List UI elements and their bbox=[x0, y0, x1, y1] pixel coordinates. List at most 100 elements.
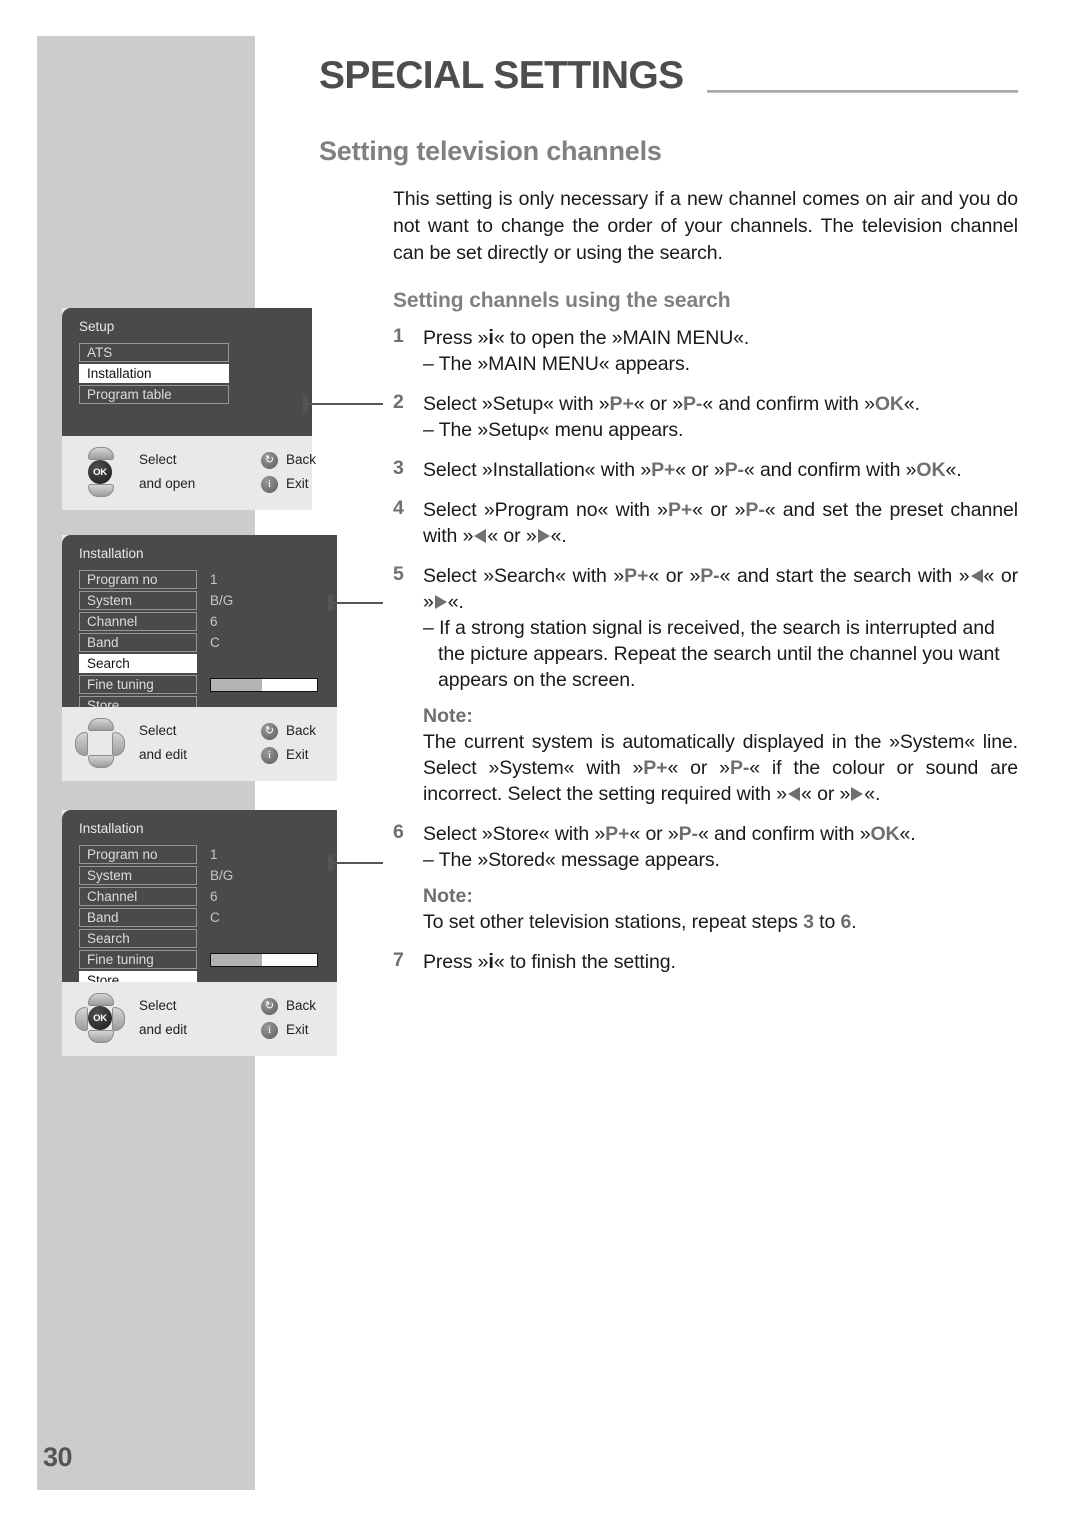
osd-row[interactable]: Program no 1 bbox=[79, 845, 337, 864]
osd-row-list: ATS Installation Program table bbox=[62, 343, 312, 419]
footer-back-row: ↻ Back bbox=[261, 719, 316, 743]
osd-footer-col-left: Select and open bbox=[139, 448, 261, 496]
osd-footer-columns: Select and open ↻ Back i Exit bbox=[139, 448, 316, 496]
arrow-right-icon[interactable] bbox=[112, 732, 125, 756]
osd-footer-columns: Select and edit ↻ Back i Exit bbox=[139, 994, 337, 1042]
arrow-up-icon[interactable] bbox=[88, 447, 114, 460]
step-body: Select »Store« with »P+« or »P-« and con… bbox=[423, 821, 1018, 873]
ok-button-icon[interactable]: OK bbox=[88, 460, 112, 484]
osd-row-list: Program no 1 System B/G Channel 6 Band C… bbox=[62, 570, 337, 730]
connector-cap-step2 bbox=[303, 396, 308, 412]
osd-value-system: B/G bbox=[210, 593, 234, 608]
osd-row[interactable]: Band C bbox=[79, 908, 337, 927]
info-icon[interactable]: i bbox=[261, 1021, 278, 1039]
step-2: 2 Select »Setup« with »P+« or »P-« and c… bbox=[393, 391, 1018, 443]
arrow-down-icon[interactable] bbox=[88, 484, 114, 497]
nav-pad-fourway[interactable] bbox=[75, 718, 125, 768]
osd-value-program-no: 1 bbox=[210, 572, 218, 587]
osd-row[interactable]: Program table bbox=[79, 385, 312, 404]
step-subline: – The »MAIN MENU« appears. bbox=[423, 353, 690, 375]
osd-item-band[interactable]: Band bbox=[79, 633, 197, 652]
step-body: Select »Setup« with »P+« or »P-« and con… bbox=[423, 391, 1018, 443]
step-6: 6 Select »Store« with »P+« or »P-« and c… bbox=[393, 821, 1018, 873]
footer-action-label: and edit bbox=[139, 747, 188, 762]
connector-cap-step5 bbox=[328, 595, 333, 611]
connector-line-step2 bbox=[305, 403, 383, 405]
nav-pad-updown-ok[interactable]: OK bbox=[75, 447, 125, 497]
connector-line-step6 bbox=[330, 862, 383, 864]
osd-item-program-no[interactable]: Program no bbox=[79, 570, 197, 589]
osd-row[interactable]: Fine tuning bbox=[79, 950, 337, 969]
fine-tuning-progress-bar[interactable] bbox=[210, 952, 318, 967]
nav-pad-fourway-ok[interactable]: OK bbox=[75, 993, 125, 1043]
fine-tuning-progress-bar[interactable] bbox=[210, 677, 318, 692]
footer-exit-row: i Exit bbox=[261, 743, 316, 767]
osd-item-system[interactable]: System bbox=[79, 866, 197, 885]
step-text: Press »i« to finish the setting. bbox=[423, 951, 676, 973]
osd-item-channel[interactable]: Channel bbox=[79, 612, 197, 631]
info-icon[interactable]: i bbox=[261, 746, 278, 764]
page-number: 30 bbox=[43, 1442, 73, 1472]
arrow-left-icon[interactable] bbox=[75, 732, 88, 756]
ok-button-icon[interactable]: OK bbox=[88, 1006, 112, 1030]
step-text: Select »Installation« with »P+« or »P-« … bbox=[423, 459, 962, 481]
osd-item-search[interactable]: Search bbox=[79, 929, 197, 948]
note-label: Note: bbox=[423, 885, 473, 907]
back-icon[interactable]: ↻ bbox=[261, 451, 278, 469]
step-number: 2 bbox=[393, 391, 404, 413]
step-5: 5 Select »Search« with »P+« or »P-« and … bbox=[393, 563, 1018, 693]
osd-item-installation[interactable]: Installation bbox=[79, 364, 229, 383]
osd-item-search[interactable]: Search bbox=[79, 654, 197, 673]
section-title: Setting television channels bbox=[319, 136, 662, 166]
fine-tuning-progress-fill bbox=[211, 678, 262, 691]
osd-item-fine-tuning[interactable]: Fine tuning bbox=[79, 950, 197, 969]
note-text: The current system is automatically disp… bbox=[423, 731, 1018, 805]
step-number: 6 bbox=[393, 821, 404, 843]
osd-row[interactable]: ATS bbox=[79, 343, 312, 362]
osd-row[interactable]: Search bbox=[79, 654, 337, 673]
back-icon[interactable]: ↻ bbox=[261, 997, 278, 1015]
osd-row[interactable]: Search bbox=[79, 929, 337, 948]
osd-item-program-table[interactable]: Program table bbox=[79, 385, 229, 404]
footer-back-label: Back bbox=[286, 452, 317, 467]
osd-item-band[interactable]: Band bbox=[79, 908, 197, 927]
osd-row[interactable]: Channel 6 bbox=[79, 612, 337, 631]
arrow-left-icon[interactable] bbox=[75, 1007, 88, 1031]
footer-exit-row: i Exit bbox=[261, 1018, 316, 1042]
step-7: 7 Press »i« to finish the setting. bbox=[393, 949, 1018, 975]
note-block-2: Note: To set other television stations, … bbox=[423, 885, 1018, 935]
osd-footer-col-left: Select and edit bbox=[139, 994, 261, 1042]
info-icon[interactable]: i bbox=[261, 475, 278, 493]
osd-row[interactable]: System B/G bbox=[79, 866, 337, 885]
osd-item-program-no[interactable]: Program no bbox=[79, 845, 197, 864]
step-text: Select »Search« with »P+« or »P-« and st… bbox=[423, 565, 1019, 613]
osd-title: Setup bbox=[79, 319, 115, 334]
arrow-down-icon[interactable] bbox=[88, 1030, 114, 1043]
arrow-up-icon[interactable] bbox=[88, 718, 114, 731]
step-text: Select »Setup« with »P+« or »P-« and con… bbox=[423, 393, 920, 415]
step-number: 4 bbox=[393, 497, 404, 519]
arrow-down-icon[interactable] bbox=[88, 755, 114, 768]
osd-footer-col-right: ↻ Back i Exit bbox=[261, 994, 316, 1042]
osd-item-system[interactable]: System bbox=[79, 591, 197, 610]
arrow-up-icon[interactable] bbox=[88, 993, 114, 1006]
step-text: Press »i« to open the »MAIN MENU«. bbox=[423, 327, 750, 349]
osd-item-ats[interactable]: ATS bbox=[79, 343, 229, 362]
back-icon[interactable]: ↻ bbox=[261, 722, 278, 740]
step-body: Press »i« to finish the setting. bbox=[423, 949, 1018, 975]
osd-item-channel[interactable]: Channel bbox=[79, 887, 197, 906]
osd-value-band: C bbox=[210, 635, 220, 650]
osd-row[interactable]: Fine tuning bbox=[79, 675, 337, 694]
note-block-1: Note: The current system is automaticall… bbox=[423, 705, 1018, 807]
osd-row[interactable]: Band C bbox=[79, 633, 337, 652]
osd-row-list: Program no 1 System B/G Channel 6 Band C… bbox=[62, 845, 337, 1005]
osd-row[interactable]: System B/G bbox=[79, 591, 337, 610]
osd-row[interactable]: Installation bbox=[79, 364, 312, 383]
osd-row[interactable]: Program no 1 bbox=[79, 570, 337, 589]
osd-footer: Select and edit ↻ Back i Exit bbox=[62, 707, 337, 781]
connector-cap-step6 bbox=[328, 855, 333, 871]
osd-item-fine-tuning[interactable]: Fine tuning bbox=[79, 675, 197, 694]
footer-exit-label: Exit bbox=[286, 747, 309, 762]
arrow-right-icon[interactable] bbox=[112, 1007, 125, 1031]
osd-row[interactable]: Channel 6 bbox=[79, 887, 337, 906]
